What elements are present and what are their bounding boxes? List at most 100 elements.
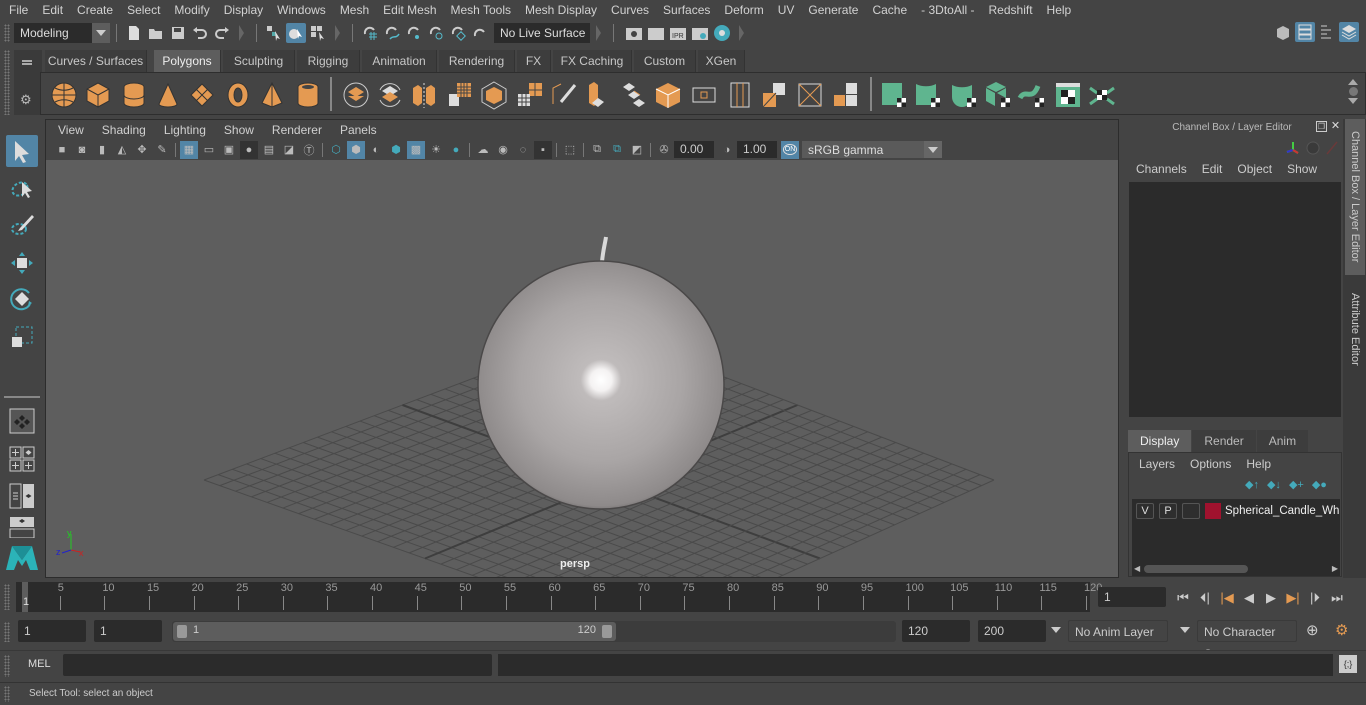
vp-menu-renderer[interactable]: Renderer <box>263 123 331 137</box>
extrude-icon[interactable] <box>583 80 613 110</box>
menu-mesh-display[interactable]: Mesh Display <box>518 0 604 20</box>
undo-icon[interactable] <box>190 23 210 43</box>
select-by-component-icon[interactable] <box>308 23 328 43</box>
scale-tool-button[interactable] <box>6 321 38 353</box>
layer-tab-display[interactable]: Display <box>1128 430 1192 452</box>
shelf-tab-fx-caching[interactable]: FX Caching <box>553 50 632 72</box>
current-frame-field[interactable]: 1 <box>1098 587 1166 607</box>
safe-title-icon[interactable]: Ⓣ <box>300 141 318 159</box>
attribute-editor-toggle-icon[interactable] <box>1295 22 1315 42</box>
select-by-object-icon[interactable] <box>286 22 306 43</box>
combine-icon[interactable] <box>341 80 371 110</box>
shadows-icon[interactable]: ● <box>447 141 465 159</box>
vp-menu-show[interactable]: Show <box>215 123 263 137</box>
color-management-toggle[interactable]: ON <box>781 140 799 159</box>
range-bar[interactable]: 1 120 <box>173 622 616 641</box>
poly-torus-icon[interactable] <box>223 80 253 110</box>
command-grip[interactable] <box>4 655 10 677</box>
xray-icon[interactable]: ⧉ <box>588 141 606 159</box>
le-menu-help[interactable]: Help <box>1231 455 1271 473</box>
anim-layer-dropdown[interactable]: No Anim Layer <box>1068 620 1168 642</box>
merge-icon[interactable] <box>795 80 825 110</box>
shelf-tab-polygons[interactable]: Polygons <box>154 50 221 72</box>
default-material-icon[interactable]: ◐ <box>367 141 385 159</box>
step-back-key-button[interactable]: |◀ <box>1216 587 1238 609</box>
vp-menu-panels[interactable]: Panels <box>331 123 386 137</box>
shelf-tab-animation[interactable]: Animation <box>362 50 437 72</box>
layer-tab-render[interactable]: Render <box>1192 430 1256 452</box>
script-editor-icon[interactable]: {;} <box>1339 655 1357 673</box>
play-forwards-button[interactable]: ▶ <box>1260 587 1282 609</box>
resolution-gate-icon[interactable]: ▣ <box>220 141 238 159</box>
menu-3dtoall[interactable]: - 3DtoAll - <box>914 0 981 20</box>
menu-redshift[interactable]: Redshift <box>982 0 1040 20</box>
vp-menu-shading[interactable]: Shading <box>93 123 155 137</box>
2d-pan-zoom-icon[interactable]: ✥ <box>133 141 151 159</box>
layer-display-type-toggle[interactable] <box>1182 503 1200 519</box>
multi-cut-icon[interactable] <box>549 80 579 110</box>
mode-selector[interactable]: Modeling <box>14 22 110 43</box>
le-menu-options[interactable]: Options <box>1175 455 1231 473</box>
shelf-scroll[interactable] <box>1347 77 1359 111</box>
planar-uv-icon[interactable] <box>879 80 909 110</box>
menu-select[interactable]: Select <box>120 0 167 20</box>
redo-icon[interactable] <box>212 23 232 43</box>
cb-menu-object[interactable]: Object <box>1222 160 1272 178</box>
field-chart-icon[interactable]: ▤ <box>260 141 278 159</box>
shelf-tab-rendering[interactable]: Rendering <box>439 50 515 72</box>
uv-layout-icon[interactable] <box>1087 80 1117 110</box>
shelf-tab-xgen[interactable]: XGen <box>698 50 745 72</box>
persp-outliner-layout-button[interactable] <box>6 481 38 511</box>
spherical-uv-icon[interactable] <box>949 80 979 110</box>
layer-visibility-toggle[interactable]: V <box>1136 503 1154 519</box>
grid-toggle-icon[interactable]: ▦ <box>180 140 198 159</box>
menu-surfaces[interactable]: Surfaces <box>656 0 717 20</box>
smooth-icon[interactable] <box>445 80 475 110</box>
select-by-hierarchy-icon[interactable] <box>264 23 284 43</box>
safe-action-icon[interactable]: ◪ <box>280 141 298 159</box>
smooth-shade-icon[interactable]: ⬢ <box>347 140 365 159</box>
close-panel-icon[interactable]: ✕ <box>1330 121 1341 132</box>
bridge-icon[interactable] <box>619 80 649 110</box>
save-scene-icon[interactable] <box>168 23 188 43</box>
paint-select-tool-button[interactable] <box>6 209 38 241</box>
color-space-dropdown[interactable]: sRGB gamma <box>802 141 942 158</box>
poly-plane-icon[interactable] <box>187 80 217 110</box>
vp-menu-lighting[interactable]: Lighting <box>155 123 215 137</box>
automatic-uv-icon[interactable] <box>983 80 1013 110</box>
motion-blur-icon[interactable]: ◉ <box>494 141 512 159</box>
mirror-icon[interactable] <box>409 80 439 110</box>
menu-edit[interactable]: Edit <box>35 0 70 20</box>
range-track[interactable]: 1 120 <box>172 621 896 642</box>
gamma-icon[interactable]: ◑ <box>718 141 736 159</box>
persp-graph-layout-button[interactable] <box>6 516 38 538</box>
tool-settings-toggle-icon[interactable] <box>1317 22 1337 42</box>
poly-pyramid-icon[interactable] <box>257 80 287 110</box>
camera-attributes-icon[interactable]: ◙ <box>73 141 91 159</box>
shelf-tab-rigging[interactable]: Rigging <box>297 50 360 72</box>
side-tab-channel-box[interactable]: Channel Box / Layer Editor <box>1345 119 1365 275</box>
time-slider-grip[interactable] <box>4 584 10 610</box>
cylindrical-uv-icon[interactable] <box>913 80 943 110</box>
bookmarks-icon[interactable]: ▮ <box>93 141 111 159</box>
shelf-settings-gear-icon[interactable]: ⚙ <box>20 92 32 108</box>
range-start-handle[interactable] <box>177 625 187 638</box>
snap-to-point-icon[interactable] <box>404 23 424 43</box>
single-perspective-layout-button[interactable] <box>6 405 38 437</box>
cb-menu-channels[interactable]: Channels <box>1121 160 1187 178</box>
exposure-field[interactable]: 0.00 <box>674 141 714 158</box>
range-end-handle[interactable] <box>602 625 612 638</box>
use-all-lights-icon[interactable]: ☀ <box>427 141 445 159</box>
anim-layer-chevron-down-icon[interactable] <box>1051 627 1061 633</box>
poly-cone-icon[interactable] <box>153 80 183 110</box>
screen-space-ao-icon[interactable]: ☁ <box>474 141 492 159</box>
go-to-start-button[interactable]: ⏮ <box>1172 587 1194 609</box>
3d-scene[interactable]: y x z persp <box>46 160 1118 577</box>
gamma-field[interactable]: 1.00 <box>737 141 777 158</box>
menu-display[interactable]: Display <box>217 0 270 20</box>
new-scene-icon[interactable] <box>124 23 144 43</box>
animation-preferences-icon[interactable]: ⚙ <box>1335 621 1348 639</box>
mel-language-button[interactable]: MEL <box>28 658 51 670</box>
range-grip[interactable] <box>4 622 10 642</box>
layer-color-swatch[interactable] <box>1205 503 1221 519</box>
